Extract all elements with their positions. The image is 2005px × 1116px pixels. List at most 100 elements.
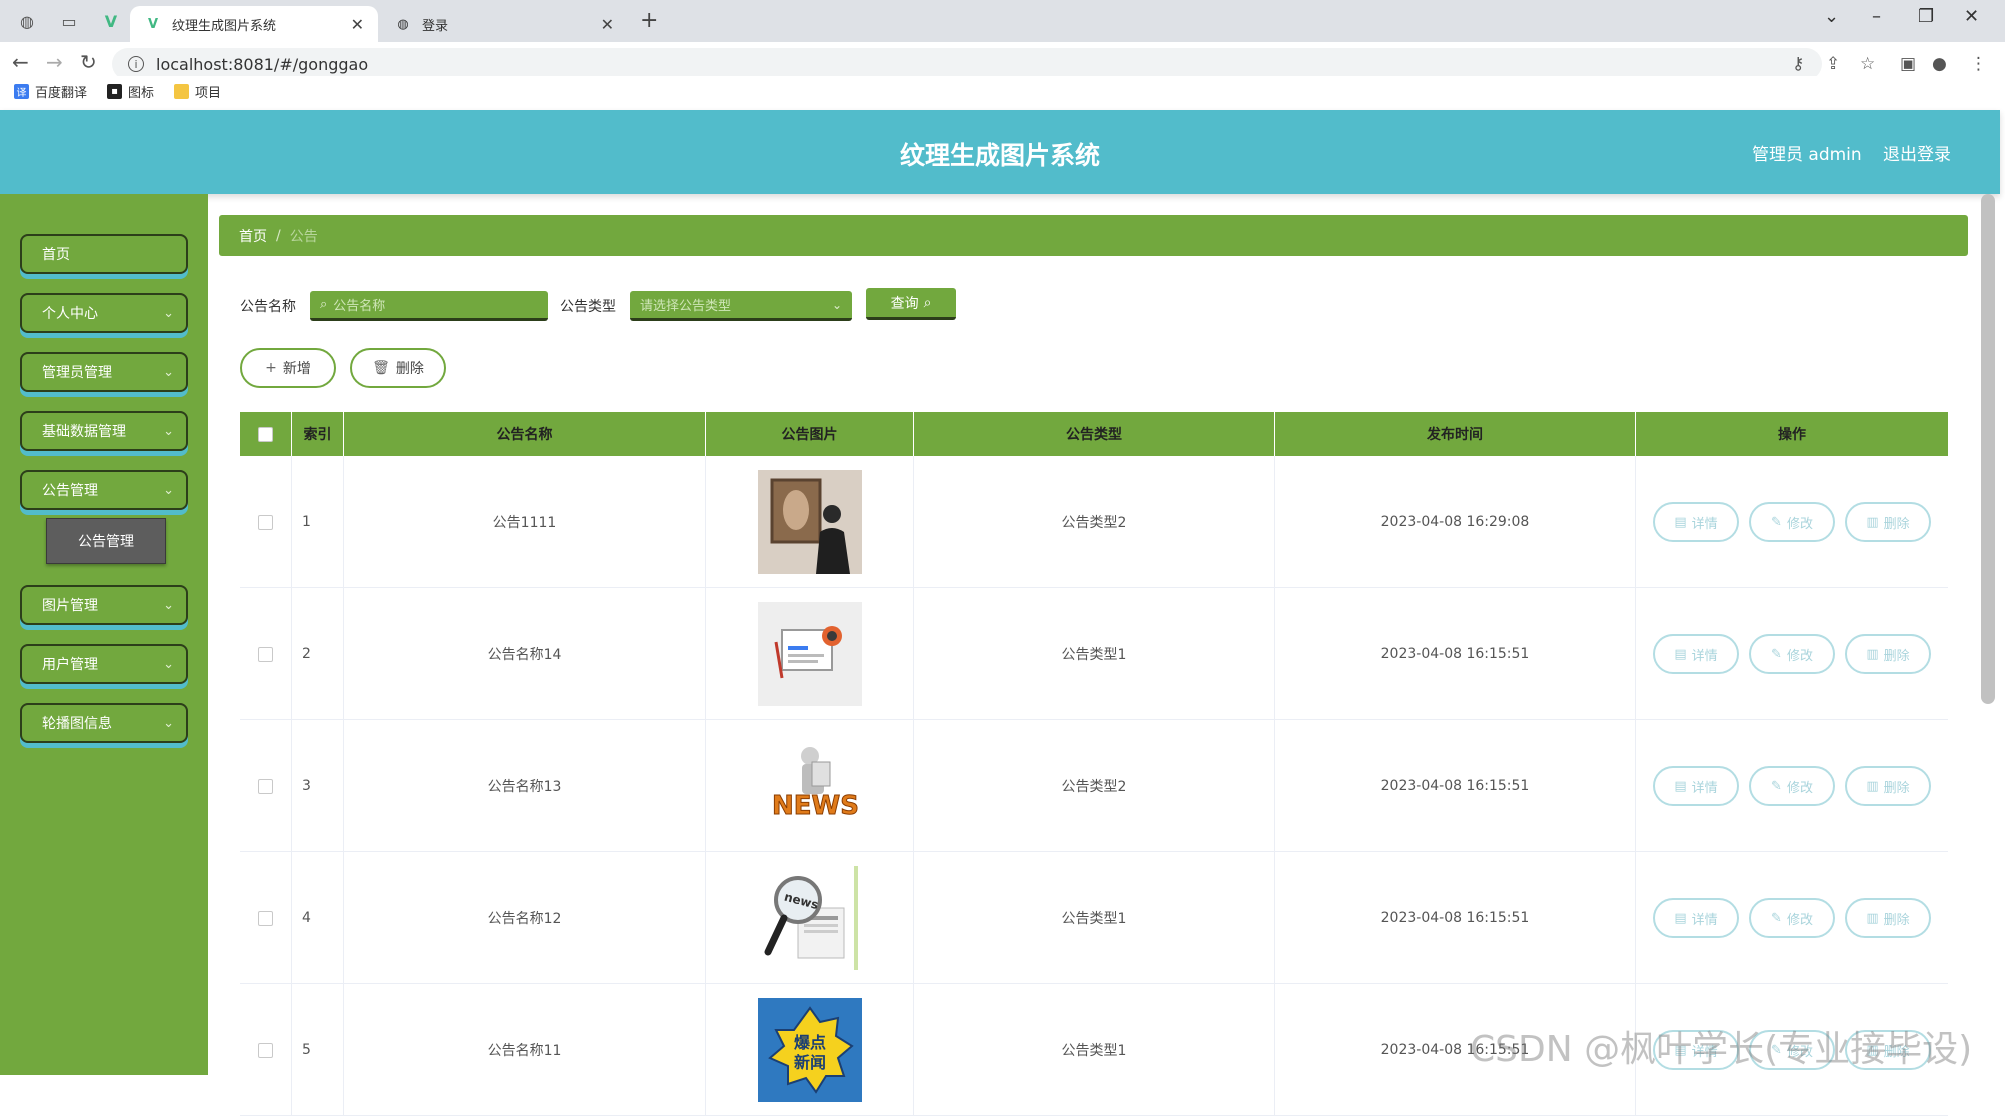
trash-icon: ▥ [1866,646,1879,662]
table-row: 2 公告名称14 公告类型1 2023-04-08 16:15:51 ▤ 详情 … [240,588,1948,720]
delete-button[interactable]: ▥ 删除 [1845,502,1931,542]
delete-button[interactable]: ▥ 删除 [1845,634,1931,674]
row-index: 1 [292,456,344,588]
edit-icon: ✎ [1771,514,1782,530]
row-name: 公告名称12 [344,852,706,984]
sidebar-item-admin-management[interactable]: 管理员管理 ⌄ [20,352,188,392]
submenu-item-notice-management[interactable]: 公告管理 [46,518,166,564]
forward-icon[interactable]: → [46,50,63,74]
row-name: 公告名称11 [344,984,706,1116]
star-icon[interactable]: ☆ [1860,54,1875,74]
row-checkbox[interactable] [258,910,273,926]
sidebar-item-user-management[interactable]: 用户管理 ⌄ [20,644,188,684]
vue-icon[interactable]: V [94,8,128,34]
edit-button[interactable]: ✎ 修改 [1749,634,1835,674]
restore-icon[interactable]: ❐ [1918,6,1934,27]
sidebar-item-base-data[interactable]: 基础数据管理 ⌄ [20,411,188,451]
menu-icon[interactable]: ⋮ [1970,54,1987,74]
admin-user-label[interactable]: 管理员 admin [1752,140,1862,165]
edit-button[interactable]: ✎ 修改 [1749,898,1835,938]
sidebar-item-carousel[interactable]: 轮播图信息 ⌄ [20,703,188,743]
sidebar-item-image-management[interactable]: 图片管理 ⌄ [20,585,188,625]
edit-icon: ✎ [1771,646,1782,662]
bookmark-label: 项目 [195,85,222,101]
url-text: localhost:8081/#/gonggao [156,54,369,74]
browser-tab[interactable]: ◍ 登录 ✕ [380,6,628,42]
sidebar-item-label: 用户管理 [42,657,98,673]
reload-icon[interactable]: ↻ [80,50,97,74]
row-image-cell: news [706,852,914,984]
share-icon[interactable]: ⇪ [1826,54,1840,74]
row-checkbox[interactable] [258,778,273,794]
detail-button[interactable]: ▤ 详情 [1653,634,1739,674]
table-row: 1 公告1111 公告类型2 2023-04-08 16:29:08 ▤ 详情 … [240,456,1948,588]
delete-label: 删除 [1883,780,1910,796]
row-checkbox[interactable] [258,1042,273,1058]
sidebar-item-home[interactable]: 首页 [20,234,188,274]
tab-search-icon[interactable]: ⌄ [1824,6,1839,27]
edit-button[interactable]: ✎ 修改 [1749,502,1835,542]
detail-label: 详情 [1691,912,1718,928]
sidebar-item-label: 图片管理 [42,598,98,614]
row-checkbox[interactable] [258,646,273,662]
bookmark-item[interactable]: ▪ 图标 [107,82,154,101]
detail-label: 详情 [1691,516,1718,532]
row-checkbox[interactable] [258,514,273,530]
sidebar-item-label: 个人中心 [42,306,98,322]
delete-button[interactable]: ▥ 删除 [1845,898,1931,938]
browser-tab-active[interactable]: V 纹理生成图片系统 ✕ [130,6,378,42]
notice-image-person-with-painting[interactable] [757,470,862,574]
close-window-icon[interactable]: ✕ [1964,6,1979,27]
notice-image-magnifier-news[interactable]: news [757,866,862,970]
profile-icon[interactable]: ● [1932,54,1947,74]
chevron-down-icon: ⌄ [163,656,174,672]
row-select-cell [240,720,292,852]
edit-button[interactable]: ✎ 修改 [1749,766,1835,806]
page-scrollbar[interactable] [1981,194,1995,704]
vue-icon: V [147,16,159,32]
notice-image-news-figure[interactable]: NEWS [757,734,862,838]
notice-name-placeholder: 公告名称 [333,299,386,314]
breadcrumb: 首页 / 公告 [219,215,1968,256]
detail-button[interactable]: ▤ 详情 [1653,898,1739,938]
detail-button[interactable]: ▤ 详情 [1653,502,1739,542]
globe-icon[interactable]: ◍ [10,8,44,34]
close-icon[interactable]: ✕ [351,15,364,34]
sidebar-item-personal-center[interactable]: 个人中心 ⌄ [20,293,188,333]
row-index: 2 [292,588,344,720]
new-tab-icon[interactable]: + [640,8,658,33]
sidebar-item-label: 管理员管理 [42,365,112,381]
svg-text:爆点: 爆点 [793,1033,825,1052]
info-icon[interactable]: i [128,56,144,72]
breadcrumb-home[interactable]: 首页 [239,226,267,246]
notice-image-news-icon[interactable] [757,602,862,706]
detail-button[interactable]: ▤ 详情 [1653,766,1739,806]
batch-delete-button[interactable]: 🗑 删除 [350,348,446,388]
key-icon[interactable]: ⚷ [1792,54,1804,74]
sidebar-item-notice-management[interactable]: 公告管理 ⌄ [20,470,188,510]
trash-icon: ▥ [1866,778,1879,794]
back-icon[interactable]: ← [12,50,29,74]
bookmark-item[interactable]: 译 百度翻译 [14,82,87,101]
notice-name-input[interactable]: ⌕ 公告名称 [310,291,548,321]
row-select-cell [240,456,292,588]
logout-link[interactable]: 退出登录 [1883,140,1951,165]
page-icon[interactable]: ▭ [52,8,86,34]
column-header-image: 公告图片 [706,412,914,456]
bookmark-item[interactable]: 项目 [174,82,221,101]
breadcrumb-current: 公告 [289,228,318,245]
notice-type-select[interactable]: 请选择公告类型 ⌄ [630,291,852,321]
notice-image-hot-news-badge[interactable]: 爆点 新闻 [757,998,862,1102]
delete-button[interactable]: ▥ 删除 [1845,766,1931,806]
table-row: 3 公告名称13 NEWS 公告类型2 2023-04-08 16:15:51 [240,720,1948,852]
select-all-checkbox[interactable] [258,426,273,442]
close-icon[interactable]: ✕ [601,15,614,34]
edit-icon: ✎ [1771,910,1782,926]
tab-title: 纹理生成图片系统 [172,18,277,34]
minimize-icon[interactable]: – [1872,6,1881,27]
add-button[interactable]: + 新增 [240,348,336,388]
query-button[interactable]: 查询 ⌕ [866,288,956,320]
globe-icon: ◍ [397,16,409,32]
sidepanel-icon[interactable]: ▣ [1900,54,1916,74]
chevron-down-icon: ⌄ [163,364,174,380]
